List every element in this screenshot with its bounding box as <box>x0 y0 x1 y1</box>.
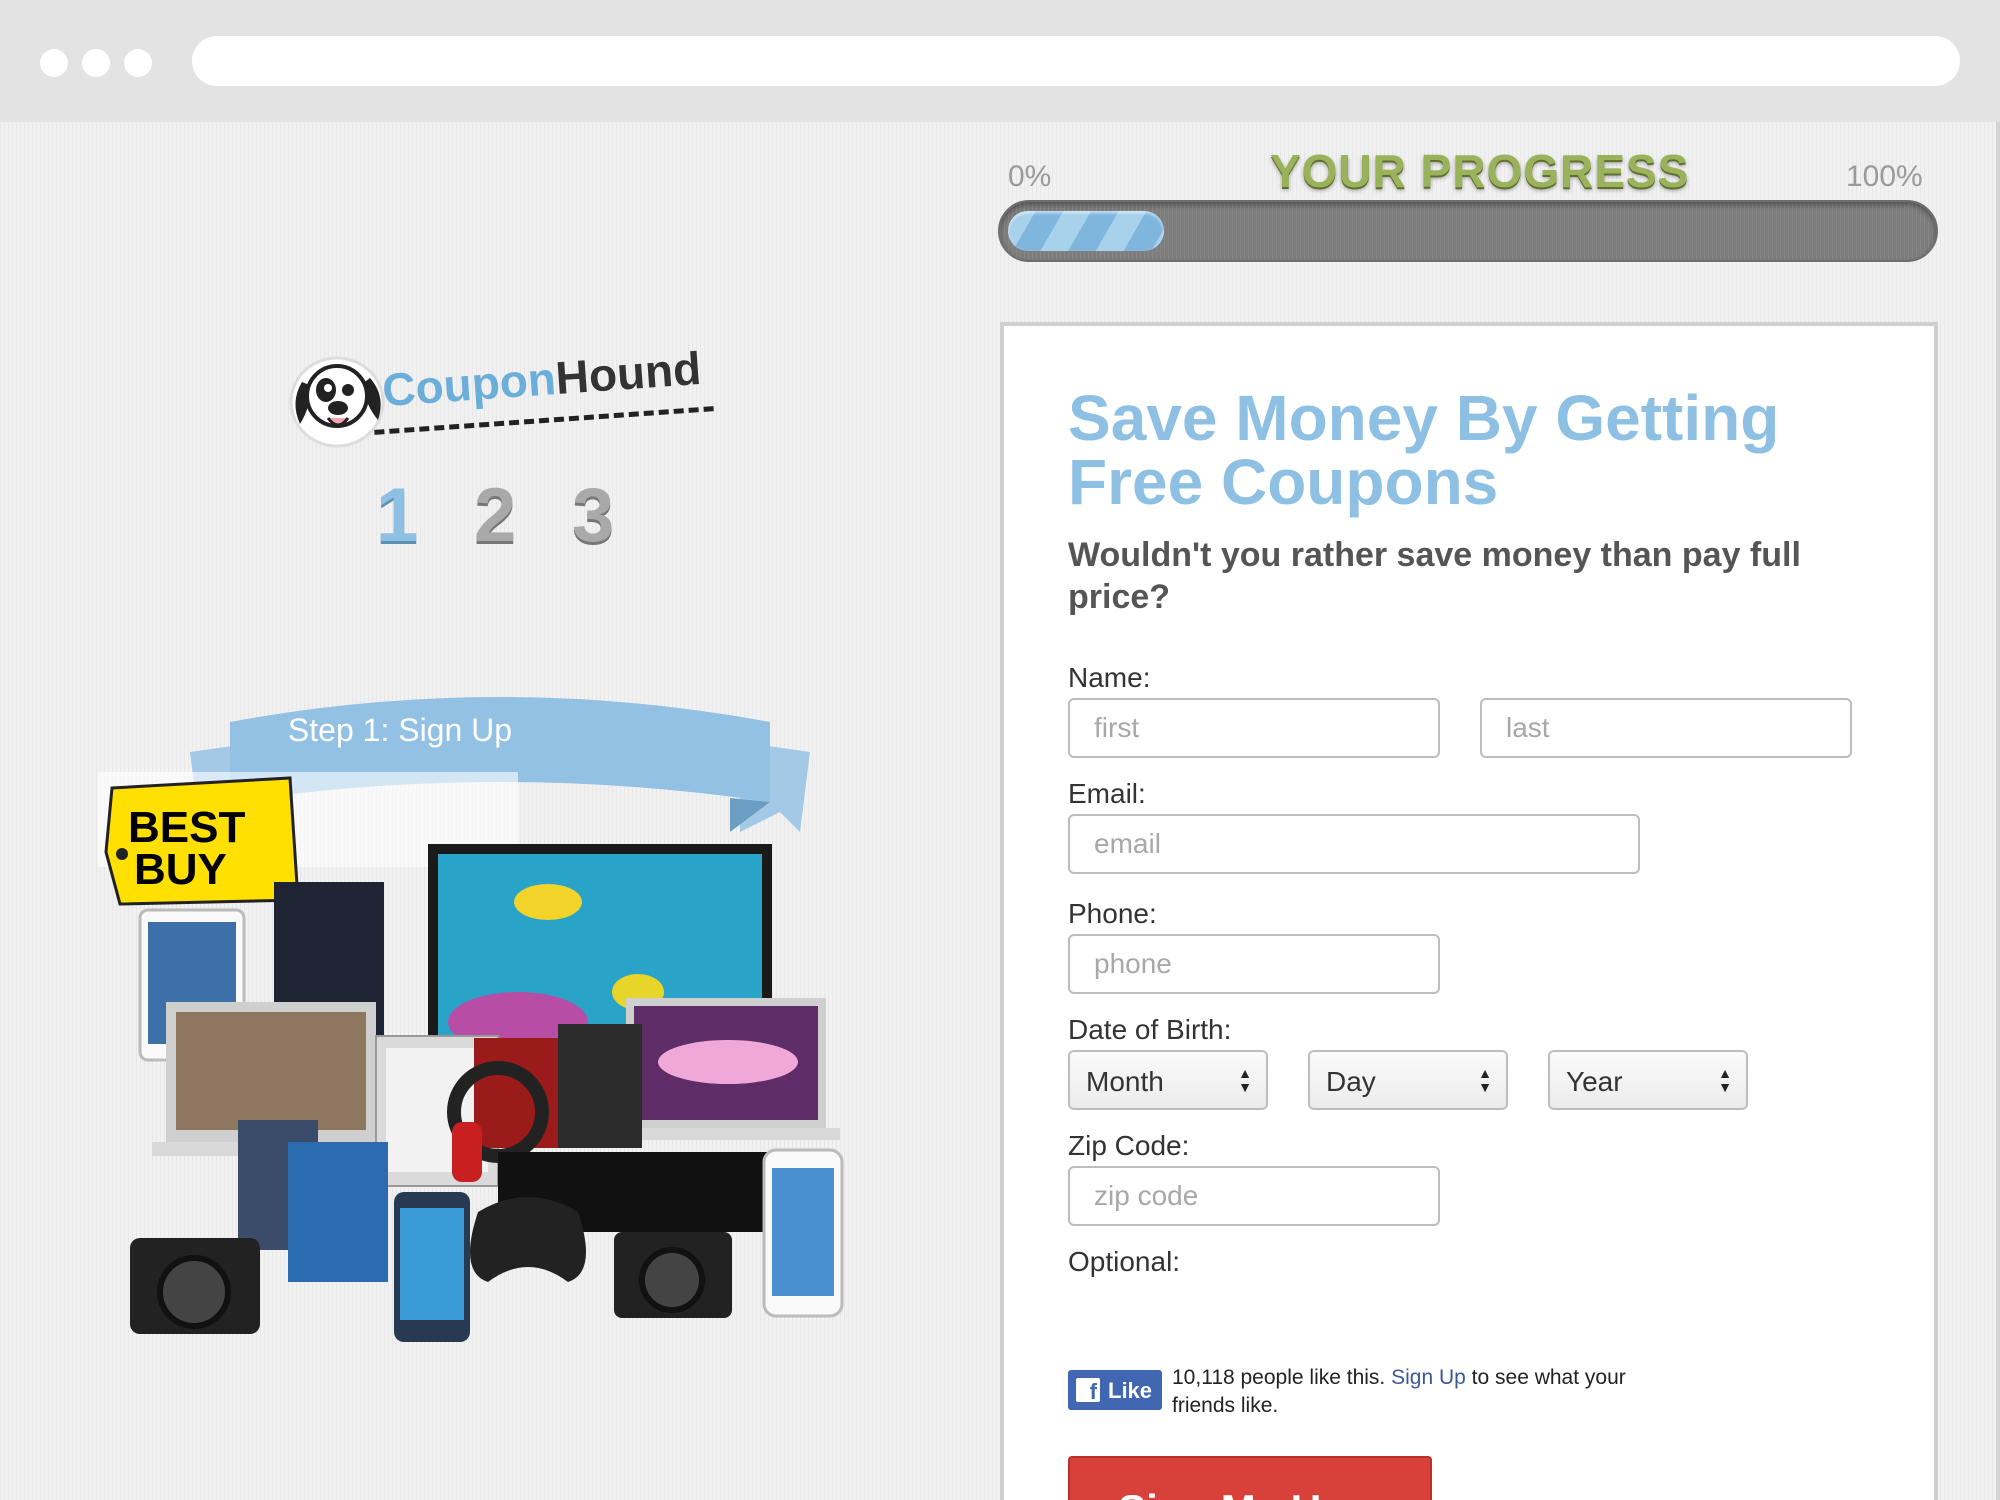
dob-day-select[interactable]: Day ▲ ▼ <box>1308 1050 1508 1110</box>
select-arrows-icon: ▲ ▼ <box>1718 1065 1732 1095</box>
sign-me-up-button[interactable]: Sign Me Up » <box>1068 1456 1432 1500</box>
landing-page: 0% YOUR PROGRESS 100% CouponHound 1 2 3 <box>0 122 2000 1500</box>
first-name-input[interactable] <box>1068 698 1440 758</box>
signup-form-card: Save Money By Getting Free Coupons Would… <box>1000 322 1938 1500</box>
email-input[interactable] <box>1068 814 1640 874</box>
dog-mascot-icon <box>289 356 385 448</box>
phone-label: Phone: <box>1068 898 1157 929</box>
zip-code-input[interactable] <box>1068 1166 1440 1226</box>
window-minimize-dot[interactable] <box>82 49 110 77</box>
progress-max-label: 100% <box>1846 160 1923 193</box>
form-subheadline: Wouldn't you rather save money than pay … <box>1068 536 1801 616</box>
logo-text-hound: Hound <box>553 341 703 404</box>
window-maximize-dot[interactable] <box>124 49 152 77</box>
facebook-like-count: 10,118 people like this. <box>1172 1366 1386 1389</box>
progress-bar <box>998 200 1938 262</box>
dob-month-select[interactable]: Month ▲ ▼ <box>1068 1050 1268 1110</box>
form-headline: Save Money By Getting Free Coupons <box>1068 382 1780 518</box>
last-name-input[interactable] <box>1480 698 1852 758</box>
electronics-product-image: BEST BUY <box>98 772 844 1342</box>
facebook-social-text: 10,118 people like this. Sign Up to see … <box>1172 1364 1692 1420</box>
optional-label: Optional: <box>1068 1246 1181 1277</box>
progress-title: YOUR PROGRESS <box>1270 145 1690 197</box>
step-number-3: 3 <box>572 473 615 558</box>
dob-year-select[interactable]: Year ▲ ▼ <box>1548 1050 1748 1110</box>
progress-fill <box>1008 211 1164 251</box>
logo-text-coupon: Coupon <box>380 352 558 417</box>
svg-text:BUY: BUY <box>134 845 227 894</box>
email-label: Email: <box>1068 778 1146 809</box>
facebook-like-label: Like <box>1108 1378 1153 1403</box>
dob-year-value: Year <box>1566 1066 1623 1097</box>
page-right-edge <box>1996 122 2000 1500</box>
progress-min-label: 0% <box>1008 160 1052 193</box>
step-ribbon-label: Step 1: Sign Up <box>287 712 513 748</box>
window-close-dot[interactable] <box>40 49 68 77</box>
select-arrows-icon: ▲ ▼ <box>1478 1065 1492 1095</box>
couponhound-logo[interactable]: CouponHound <box>282 322 722 472</box>
facebook-like-button[interactable]: f Like <box>1068 1370 1162 1410</box>
best-buy-logo-icon: BEST BUY <box>104 776 300 906</box>
zip-label: Zip Code: <box>1068 1130 1190 1161</box>
facebook-icon: f <box>1076 1378 1100 1404</box>
phone-input[interactable] <box>1068 934 1440 994</box>
select-arrows-icon: ▲ ▼ <box>1238 1065 1252 1095</box>
dob-label: Date of Birth: <box>1068 1014 1232 1045</box>
step-number-2: 2 <box>474 473 517 558</box>
dob-month-value: Month <box>1086 1066 1164 1097</box>
dob-day-value: Day <box>1326 1066 1376 1097</box>
step-number-1: 1 <box>376 473 419 558</box>
name-label: Name: <box>1068 662 1151 693</box>
browser-chrome <box>0 0 2000 122</box>
address-bar[interactable] <box>192 36 1960 86</box>
facebook-signup-link[interactable]: Sign Up <box>1391 1366 1466 1389</box>
